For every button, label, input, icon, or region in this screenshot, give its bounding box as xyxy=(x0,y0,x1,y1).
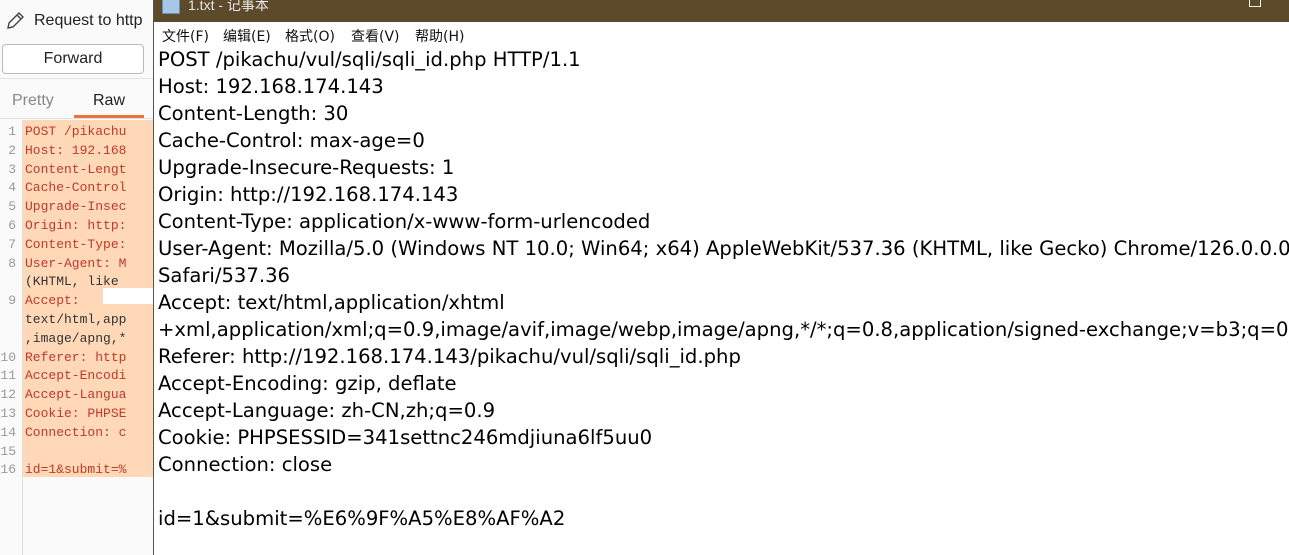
code-text: Upgrade-Insec xyxy=(25,199,127,215)
code-line: 2 Host: 192.168 xyxy=(0,141,160,160)
code-line: 5 Upgrade-Insec xyxy=(0,197,160,216)
code-text: Accept: xyxy=(25,293,80,309)
code-text: Accept-Langua xyxy=(25,387,127,403)
code-line: 4 Cache-Control xyxy=(0,178,160,197)
text-line: Origin: http://192.168.174.143 xyxy=(158,183,459,206)
line-number: 12 xyxy=(0,387,16,403)
code-text: text/html,app xyxy=(25,312,127,327)
code-line: 9 Accept: xyxy=(0,291,160,310)
code-line: ,image/apng,* xyxy=(0,329,160,348)
line-number: 15 xyxy=(0,443,16,459)
text-line: Accept-Encoding: gzip, deflate xyxy=(158,372,457,395)
line-number: 11 xyxy=(0,368,16,384)
menu-edit[interactable]: 编辑(E) xyxy=(223,26,271,46)
text-line: User-Agent: Mozilla/5.0 (Windows NT 10.0… xyxy=(158,237,1289,260)
menu-view[interactable]: 查看(V) xyxy=(351,26,400,46)
menu-bar: 文件(F) 编辑(E) 格式(O) 查看(V) 帮助(H) xyxy=(154,22,1289,46)
code-line: 3 Content-Lengt xyxy=(0,160,160,179)
text-editor[interactable]: POST /pikachu/vul/sqli/sqli_id.php HTTP/… xyxy=(158,46,1289,551)
burp-request-panel: Request to http Forward Pretty Raw 1 POST… xyxy=(0,0,160,555)
code-line: 8 User-Agent: M xyxy=(0,254,160,273)
forward-button[interactable]: Forward xyxy=(2,44,144,74)
line-number: 5 xyxy=(8,199,16,215)
code-line: 10 Referer: http xyxy=(0,348,160,367)
tab-bar-divider xyxy=(0,118,160,119)
code-line: (KHTML, like xyxy=(0,272,160,291)
line-number: 10 xyxy=(0,349,16,365)
maximize-button[interactable] xyxy=(1204,0,1261,20)
text-line: Accept-Language: zh-CN,zh;q=0.9 xyxy=(158,399,496,422)
code-line: 6 Origin: http: xyxy=(0,216,160,235)
code-text: Referer: http xyxy=(25,349,127,365)
text-line: Cookie: PHPSESSID=341settnc246mdjiuna6lf… xyxy=(158,426,653,449)
line-number: 16 xyxy=(0,462,16,478)
title-bar[interactable]: 1.txt - 记事本 xyxy=(154,0,1289,22)
window-title: 1.txt - 记事本 xyxy=(188,0,269,13)
request-title: Request to http xyxy=(34,12,143,29)
line-number: 14 xyxy=(0,424,16,440)
menu-file[interactable]: 文件(F) xyxy=(162,26,209,46)
code-text: ,image/apng,* xyxy=(25,330,127,346)
code-line: 13 Cookie: PHPSE xyxy=(0,404,160,423)
code-line: 15 xyxy=(0,442,160,461)
code-text: Content-Lengt xyxy=(25,161,127,177)
text-line: Accept: text/html,application/xhtml xyxy=(158,291,505,314)
code-line: 11 Accept-Encodi xyxy=(0,366,160,385)
code-text: Host: 192.168 xyxy=(25,142,127,158)
code-line: 16 id=1&submit=% xyxy=(0,460,160,479)
code-text: Origin: http: xyxy=(25,218,127,233)
line-number: 3 xyxy=(8,161,16,177)
text-line: Safari/537.36 xyxy=(158,264,291,287)
raw-request-editor[interactable]: 1 POST /pikachu 2 Host: 192.168 3 Content-Len… xyxy=(0,120,160,555)
divider xyxy=(0,78,160,79)
code-line: 1 POST /pikachu xyxy=(0,122,160,141)
tab-pretty[interactable]: Pretty xyxy=(12,92,54,110)
text-line: Referer: http://192.168.174.143/pikachu/… xyxy=(158,345,741,368)
text-line: Connection: close xyxy=(158,453,333,476)
code-text: (KHTML, like xyxy=(25,274,119,290)
code-text: Cache-Control xyxy=(25,180,127,196)
line-number: 13 xyxy=(0,406,16,421)
code-line: 7 Content-Type: xyxy=(0,235,160,254)
code-text: Cookie: PHPSE xyxy=(25,406,127,421)
pencil-icon xyxy=(7,12,24,29)
menu-format[interactable]: 格式(O) xyxy=(285,26,335,46)
code-line: text/html,app xyxy=(0,310,160,329)
line-number: 8 xyxy=(8,255,16,271)
tab-raw[interactable]: Raw xyxy=(93,92,125,110)
code-text: id=1&submit=% xyxy=(25,462,127,478)
code-text: User-Agent: M xyxy=(25,255,127,271)
notepad-file-icon xyxy=(162,0,180,14)
line-number: 2 xyxy=(8,142,16,158)
code-text: Connection: c xyxy=(25,424,127,440)
text-line: POST /pikachu/vul/sqli/sqli_id.php HTTP/… xyxy=(158,48,581,71)
line-number: 7 xyxy=(8,236,16,252)
text-line: Upgrade-Insecure-Requests: 1 xyxy=(158,156,455,179)
line-number: 1 xyxy=(8,124,16,139)
line-number: 9 xyxy=(8,293,16,309)
line-number: 6 xyxy=(8,218,16,233)
menu-help[interactable]: 帮助(H) xyxy=(415,26,464,46)
maximize-icon xyxy=(1249,0,1261,7)
text-line: Host: 192.168.174.143 xyxy=(158,75,384,98)
text-line: Content-Length: 30 xyxy=(158,102,349,125)
text-line: id=1&submit=%E6%9F%A5%E8%AF%A2 xyxy=(158,507,566,530)
text-line: Content-Type: application/x-www-form-url… xyxy=(158,210,651,233)
code-text: Content-Type: xyxy=(25,236,127,252)
text-line: +xml,application/xml;q=0.9,image/avif,im… xyxy=(158,318,1289,341)
code-text: POST /pikachu xyxy=(25,124,127,139)
notepad-window: 1.txt - 记事本 文件(F) 编辑(E) 格式(O) 查看(V) 帮助(H… xyxy=(153,0,1289,555)
line-number: 4 xyxy=(8,180,16,196)
text-line xyxy=(158,478,1286,505)
code-line: 12 Accept-Langua xyxy=(0,385,160,404)
minimize-button[interactable] xyxy=(1156,0,1196,20)
code-line: 14 Connection: c xyxy=(0,423,160,442)
text-line: Cache-Control: max-age=0 xyxy=(158,129,425,152)
code-text: Accept-Encodi xyxy=(25,368,127,384)
